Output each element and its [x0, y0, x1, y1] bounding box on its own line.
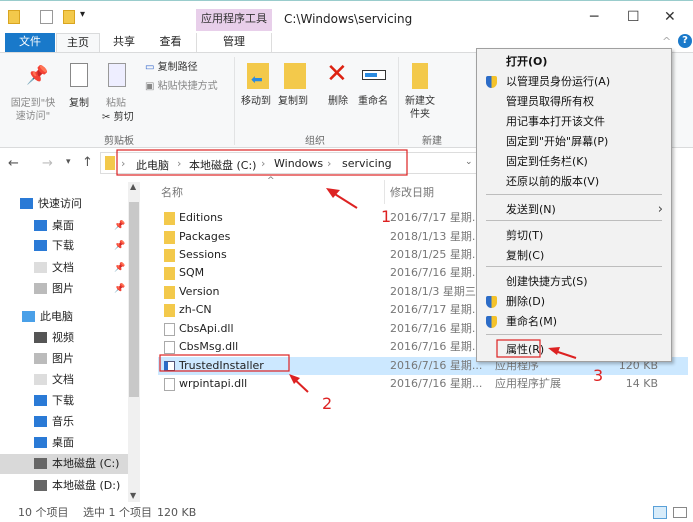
annotation-box-properties — [496, 339, 541, 358]
annotation-box-file — [159, 354, 290, 372]
annotation-arrowhead-3 — [548, 347, 560, 355]
annotation-number-2: 2 — [322, 394, 333, 413]
annotation-number-3: 3 — [593, 366, 604, 385]
annotation-number-1: 1 — [381, 207, 392, 226]
annotation-box-address — [116, 149, 408, 176]
annotation-layer — [116, 149, 577, 393]
